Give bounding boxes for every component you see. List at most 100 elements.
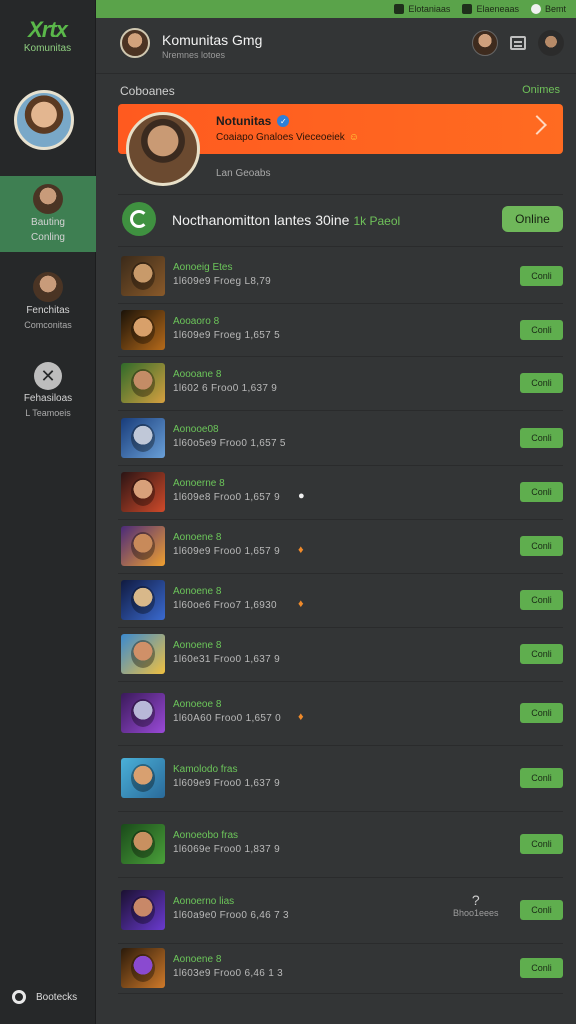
settings-icon (12, 990, 26, 1004)
list-item-info: 1l60e31 Froo0 1,637 9 (173, 654, 280, 665)
divider (118, 194, 563, 195)
list-item-name: Aonooe08 (173, 424, 219, 435)
smile-icon: ☺ (348, 132, 360, 143)
game-thumbnail[interactable] (121, 310, 165, 350)
list-item[interactable]: Kamolodo fras 1l609e9 Froo0 1,637 9 Conli (118, 746, 563, 812)
sidebar-item-sublabel: L Teamoeis (25, 408, 71, 418)
game-thumbnail[interactable] (121, 472, 165, 512)
status-emoji-icon: ♦ (298, 598, 304, 610)
game-thumbnail[interactable] (121, 824, 165, 864)
top-strip-item-1[interactable]: Elotaniaas (394, 4, 450, 14)
chat-icon (462, 4, 473, 14)
join-button[interactable]: Conli (520, 768, 563, 788)
list-item-info: 1l6069e Froo0 1,837 9 (173, 844, 280, 855)
status-emoji-icon: ● (298, 490, 305, 502)
list-item[interactable]: Aonoeig Etes 1l609e9 Froeg L8,79 Conli (118, 250, 563, 304)
online-highlight: 1k Paeol (353, 214, 401, 228)
game-thumbnail[interactable] (121, 948, 165, 988)
list-icon[interactable] (510, 36, 526, 50)
user-menu-icon[interactable] (538, 30, 564, 56)
game-thumbnail[interactable] (121, 580, 165, 620)
game-thumbnail[interactable] (121, 526, 165, 566)
game-thumbnail[interactable] (121, 363, 165, 403)
list-item-name: Aonoene 8 (173, 532, 222, 543)
character-face (131, 699, 155, 727)
sidebar-item-label: Fenchitas (26, 305, 70, 316)
list-item[interactable]: Aonoene 8 1l609e9 Froo0 1,657 9 ♦ Conli (118, 520, 563, 574)
sidebar: Xrtx Komunitas Bauting Conling Fenchitas… (0, 0, 96, 1024)
status-emoji-icon: ♦ (298, 711, 304, 723)
page-title: Komunitas Gmg (162, 32, 263, 48)
online-summary-text: Nocthanomitton lantes 30ine (172, 212, 350, 228)
game-thumbnail[interactable] (121, 634, 165, 674)
game-thumbnail[interactable] (121, 418, 165, 458)
profile-avatar[interactable] (14, 90, 74, 150)
close-icon: ✕ (34, 362, 62, 390)
list-item[interactable]: Aonooe08 1l60o5e9 Froo0 1,657 5 Conli (118, 411, 563, 466)
top-strip-label: Elotaniaas (408, 4, 451, 14)
list-item[interactable]: Aonoeobo fras 1l6069e Froo0 1,837 9 Conli (118, 812, 563, 878)
game-thumbnail[interactable] (121, 758, 165, 798)
featured-avatar[interactable] (126, 112, 200, 186)
list-item[interactable]: Aooaoro 8 1l609e9 Froeg 1,657 5 Conli (118, 304, 563, 357)
sidebar-item-community[interactable]: Fenchitas Comconitas (0, 272, 96, 331)
featured-meta: Lan Geoabs (216, 168, 271, 179)
join-button[interactable]: Conli (520, 266, 563, 286)
join-button[interactable]: Conli (520, 373, 563, 393)
join-button[interactable]: Conli (520, 703, 563, 723)
top-status-strip: Elotaniaas Elaeneaas Bemt (96, 0, 576, 18)
character-face (131, 954, 155, 982)
top-strip-item-3[interactable]: Bemt (530, 4, 566, 14)
section-title: Coboanes (120, 84, 175, 98)
list-item-name: Kamolodo fras (173, 764, 238, 775)
join-button[interactable]: Conli (520, 428, 563, 448)
online-button[interactable]: Online (502, 206, 563, 232)
list-item[interactable]: Aonoeoe 8 1l60A60 Froo0 1,657 0 ♦ Conli (118, 682, 563, 746)
list-item-info: 1l60a9e0 Froo0 6,46 7 3 (173, 910, 289, 921)
list-item[interactable]: Aoooane 8 1l602 6 Froo0 1,637 9 Conli (118, 357, 563, 411)
friend-avatar-icon[interactable] (472, 30, 498, 56)
list-item[interactable]: Aonoene 8 1l60oe6 Froo7 1,6930 ♦ Conli (118, 574, 563, 628)
list-item-info: 1l602 6 Froo0 1,637 9 (173, 383, 278, 394)
list-item-info: 1l609e9 Froo0 1,637 9 (173, 778, 280, 789)
join-button[interactable]: Conli (520, 536, 563, 556)
join-button[interactable]: Conli (520, 590, 563, 610)
featured-title-text: Notunitas (216, 114, 272, 128)
character-face (131, 424, 155, 452)
list-item-name: Aonoene 8 (173, 954, 222, 965)
list-item[interactable]: Aonoene 8 1l60e31 Froo0 1,637 9 Conli (118, 628, 563, 682)
game-thumbnail[interactable] (121, 890, 165, 930)
join-button[interactable]: Conli (520, 834, 563, 854)
section-link[interactable]: Onimes (522, 84, 560, 96)
top-strip-label: Elaeneaas (476, 4, 519, 14)
character-face (131, 640, 155, 668)
sidebar-bottom-item[interactable]: Bootecks (12, 990, 77, 1004)
list-item-name: Aonoeig Etes (173, 262, 233, 273)
list-item-info: 1l609e9 Froo0 1,657 9 (173, 546, 280, 557)
divider (118, 246, 563, 247)
help-icon: ? (471, 892, 480, 908)
sidebar-item-teams[interactable]: ✕ Fehasiloas L Teamoeis (0, 362, 96, 419)
logo-mark: Xrtx (28, 16, 68, 42)
join-button[interactable]: Conli (520, 644, 563, 664)
list-item-name: Aonoeobo fras (173, 830, 239, 841)
app-logo[interactable]: Xrtx Komunitas (0, 0, 95, 72)
join-button[interactable]: Conli (520, 482, 563, 502)
top-strip-item-2[interactable]: Elaeneaas (462, 4, 519, 14)
header-avatar[interactable] (120, 28, 150, 58)
join-button[interactable]: Conli (520, 320, 563, 340)
game-thumbnail[interactable] (121, 693, 165, 733)
list-item[interactable]: Aonoene 8 1l603e9 Froo0 6,46 1 3 Conli (118, 944, 563, 994)
list-item-info: 1l603e9 Froo0 6,46 1 3 (173, 968, 284, 979)
game-thumbnail[interactable] (121, 256, 165, 296)
sidebar-bottom-label: Bootecks (36, 991, 78, 1003)
list-item[interactable]: Aonoerne 8 1l609e8 Froo0 1,657 9 ● Conli (118, 466, 563, 520)
list-item-info: 1l60A60 Froo0 1,657 0 (173, 713, 282, 724)
sidebar-item-active[interactable]: Bauting Conling (0, 176, 96, 252)
list-item[interactable]: Aonoerno lias 1l60a9e0 Froo0 6,46 7 3? Bho… (118, 878, 563, 944)
join-button[interactable]: Conli (520, 958, 563, 978)
online-summary: Nocthanomitton lantes 30ine 1k Paeol (172, 212, 400, 228)
sidebar-item-label: Fehasiloas (23, 393, 73, 404)
join-button[interactable]: Conli (520, 900, 563, 920)
character-face (131, 532, 155, 560)
